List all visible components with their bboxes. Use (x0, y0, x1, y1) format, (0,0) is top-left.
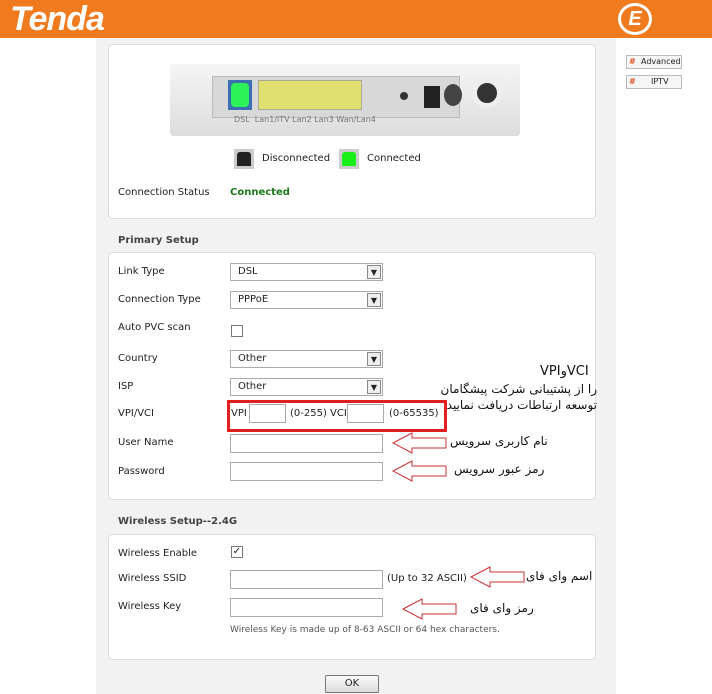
arrow-left-icon (392, 432, 447, 454)
link-type-select[interactable]: DSL ▼ (230, 263, 383, 281)
isp-select[interactable]: Other ▼ (230, 378, 383, 396)
vci-input[interactable] (347, 404, 384, 423)
chevron-down-icon: ▼ (367, 352, 381, 366)
connection-type-value: PPPoE (238, 294, 269, 305)
password-annotation: رمز عبور سرویس (454, 462, 545, 476)
wireless-ssid-label: Wireless SSID (118, 573, 187, 584)
vci-range: (0-65535) (389, 408, 439, 419)
port-label: Lan2 (292, 115, 312, 124)
port-label: Lan1/iTV (254, 115, 290, 124)
arrow-left-icon (392, 460, 447, 482)
advanced-label: Advanced (641, 57, 681, 66)
disconnected-port-icon (234, 149, 254, 169)
connection-type-label: Connection Type (118, 294, 201, 305)
auto-pvc-label: Auto PVC scan (118, 322, 191, 333)
country-value: Other (238, 353, 267, 364)
arrow-left-icon (470, 566, 525, 588)
chevron-down-icon: ▼ (367, 265, 381, 279)
key-annotation: رمز وای فای (470, 601, 534, 615)
vpi-label: VPI (231, 408, 247, 419)
ssid-annotation: اسم وای فای (526, 569, 593, 583)
port-label: DSL (234, 115, 250, 124)
wireless-ssid-input[interactable] (230, 570, 383, 589)
wireless-key-hint: Wireless Key is made up of 8-63 ASCII or… (230, 625, 500, 635)
connected-port-icon (339, 149, 359, 169)
link-type-value: DSL (238, 266, 258, 277)
isp-value: Other (238, 381, 267, 392)
grid-icon: # (629, 57, 636, 66)
advanced-button[interactable]: # Advanced (626, 55, 682, 69)
vpi-annotation-line1: را از پشتیبانی شرکت پیشگامان (440, 382, 597, 396)
ssid-hint: (Up to 32 ASCII) (387, 573, 467, 584)
wireless-key-input[interactable] (230, 598, 383, 617)
arrow-left-icon (402, 598, 457, 620)
iptv-label: IPTV (651, 77, 669, 86)
lan-ports (258, 80, 362, 110)
connection-status-value: Connected (230, 187, 290, 198)
country-select[interactable]: Other ▼ (230, 350, 383, 368)
country-label: Country (118, 353, 158, 364)
brand-logo: E (618, 3, 652, 35)
isp-label: ISP (118, 381, 134, 392)
port-label: Wan/Lan4 (336, 115, 376, 124)
wireless-key-label: Wireless Key (118, 601, 182, 612)
vpi-vci-label: VPI/VCI (118, 408, 154, 419)
connection-status-label: Connection Status (118, 187, 210, 198)
vpi-annotation-line2: توسعه ارتباطات دریافت نمایید (446, 398, 597, 412)
connection-type-select[interactable]: PPPoE ▼ (230, 291, 383, 309)
router-image: DSL Lan1/iTV Lan2 Lan3 Wan/Lan4 (170, 64, 520, 136)
wireless-enable-label: Wireless Enable (118, 548, 198, 559)
primary-setup-title: Primary Setup (118, 235, 199, 246)
dsl-port (228, 80, 252, 110)
ok-button[interactable]: OK (325, 675, 379, 693)
username-label: User Name (118, 437, 174, 448)
wireless-setup-title: Wireless Setup--2.4G (118, 516, 238, 527)
legend-connected: Connected (367, 153, 421, 164)
vpi-annotation-title: VPIوVCI (540, 364, 589, 379)
vci-label: VCI (330, 408, 347, 419)
auto-pvc-checkbox[interactable] (231, 325, 243, 337)
tenda-logo: Tenda (10, 0, 105, 38)
chevron-down-icon: ▼ (367, 293, 381, 307)
iptv-button[interactable]: # IPTV (626, 75, 682, 89)
password-label: Password (118, 466, 165, 477)
password-input[interactable] (230, 462, 383, 481)
chevron-down-icon: ▼ (367, 380, 381, 394)
vpi-input[interactable] (249, 404, 286, 423)
legend-disconnected: Disconnected (262, 153, 331, 164)
username-annotation: نام کاربری سرویس (450, 434, 548, 448)
grid-icon: # (629, 77, 636, 86)
port-label: Lan3 (314, 115, 334, 124)
header: Tenda E (0, 0, 712, 38)
username-input[interactable] (230, 434, 383, 453)
link-type-label: Link Type (118, 266, 165, 277)
wireless-enable-checkbox[interactable]: ✓ (231, 546, 243, 558)
vpi-range: (0-255) (290, 408, 327, 419)
